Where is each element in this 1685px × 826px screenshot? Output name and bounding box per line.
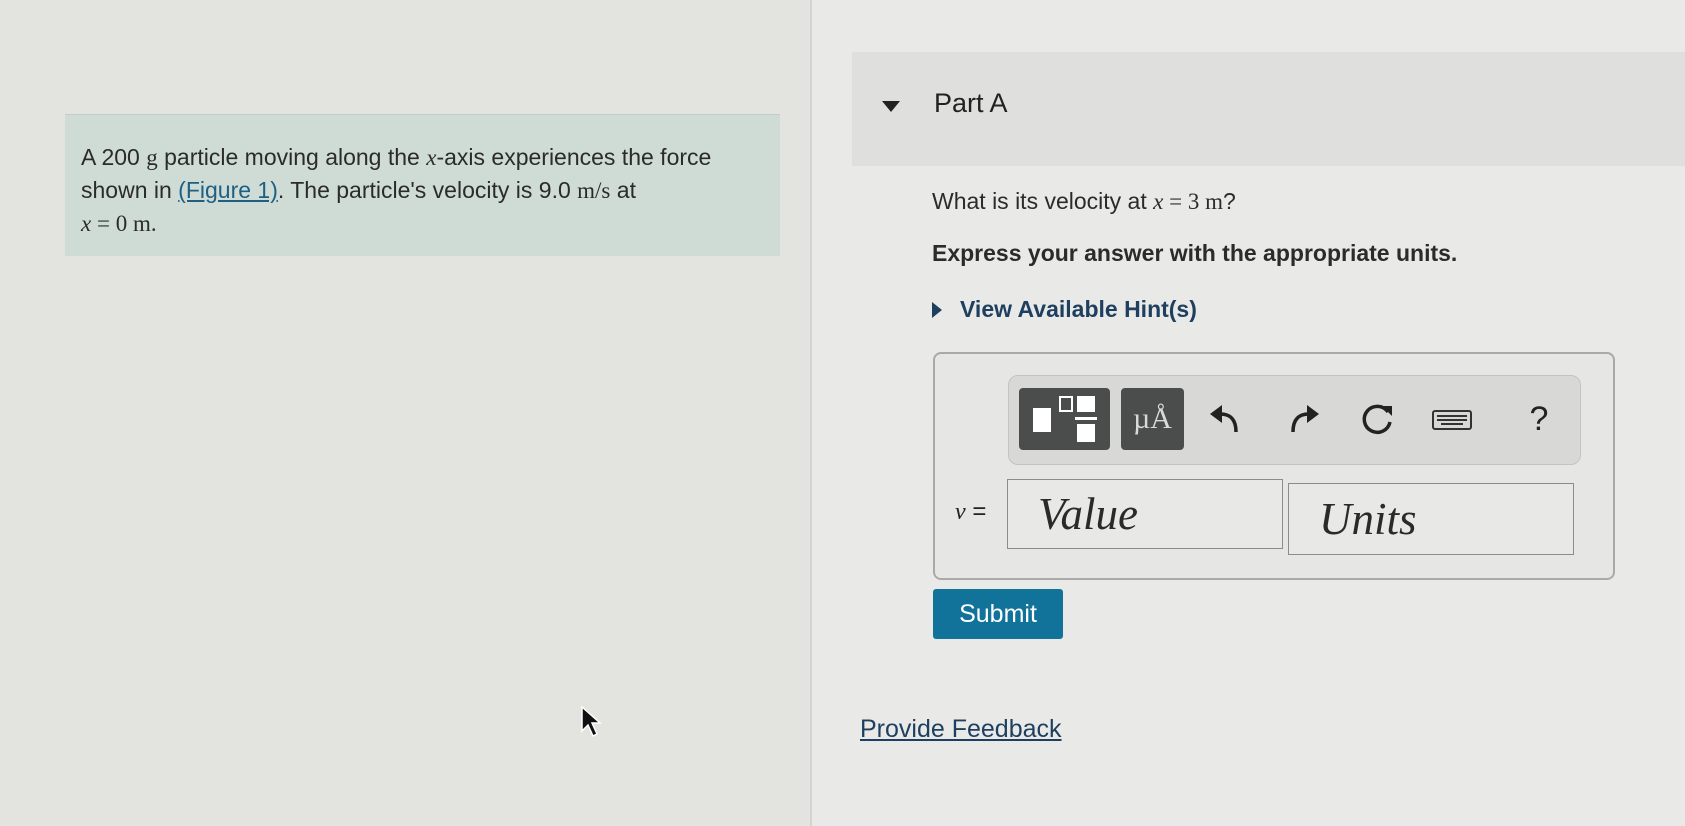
view-hints-link[interactable]: View Available Hint(s)	[960, 296, 1197, 323]
hint-expand-icon[interactable]	[932, 302, 942, 318]
submit-button[interactable]: Submit	[933, 589, 1063, 639]
reset-button[interactable]	[1352, 394, 1402, 444]
problem-text-1: particle moving along the	[157, 144, 427, 170]
part-title[interactable]: Part A	[934, 88, 1008, 119]
reset-icon	[1362, 404, 1392, 435]
position-equation: = 0	[91, 211, 133, 236]
question-text: What is its velocity at x = 3 m?	[932, 188, 1236, 215]
equals-sign: =	[965, 498, 987, 525]
mouse-cursor-icon	[581, 705, 602, 738]
mass-value: 200	[101, 144, 140, 170]
math-toolbar: µÅ ?	[1008, 375, 1581, 465]
position-unit: m.	[132, 211, 157, 236]
answer-instruction: Express your answer with the appropriate…	[932, 240, 1458, 266]
provide-feedback-link[interactable]: Provide Feedback	[860, 715, 1062, 744]
templates-button[interactable]	[1019, 388, 1110, 450]
undo-button[interactable]	[1202, 394, 1252, 444]
undo-icon	[1210, 405, 1238, 433]
keyboard-icon	[1432, 410, 1472, 430]
variable-label: v =	[955, 498, 986, 526]
problem-text-3: . The particle's velocity is	[277, 177, 539, 203]
question-equation: = 3	[1163, 189, 1206, 214]
value-input[interactable]	[1007, 479, 1283, 549]
velocity-unit: m/s	[577, 178, 611, 203]
help-button[interactable]: ?	[1514, 394, 1564, 444]
problem-text-4: at	[610, 177, 636, 203]
redo-button[interactable]	[1277, 394, 1327, 444]
templates-icon	[1033, 396, 1097, 442]
collapse-caret-icon[interactable]	[882, 101, 900, 112]
question-variable: x	[1153, 189, 1164, 214]
variable-symbol: v	[955, 499, 966, 525]
question-suffix: ?	[1222, 188, 1236, 214]
figure-link[interactable]: (Figure 1)	[178, 177, 278, 203]
question-unit: m	[1205, 189, 1223, 214]
velocity-value: 9.0	[538, 177, 571, 203]
problem-statement: A 200 g particle moving along the x-axis…	[65, 114, 780, 256]
position-variable: x	[81, 211, 92, 236]
keyboard-button[interactable]	[1427, 394, 1477, 444]
axis-variable: x	[426, 145, 437, 170]
mass-unit: g	[146, 145, 158, 170]
redo-icon	[1291, 405, 1319, 433]
question-prefix: What is its velocity at	[932, 188, 1154, 214]
units-button[interactable]: µÅ	[1121, 388, 1184, 450]
units-input[interactable]	[1288, 483, 1574, 555]
